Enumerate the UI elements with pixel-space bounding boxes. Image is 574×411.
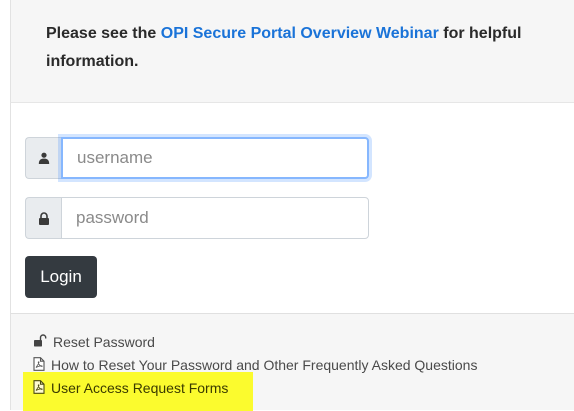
notice-prefix: Please see the xyxy=(46,25,161,42)
faq-pdf-link[interactable]: How to Reset Your Password and Other Fre… xyxy=(33,355,477,375)
pdf-file-icon xyxy=(33,379,45,397)
reset-password-link[interactable]: Reset Password xyxy=(33,332,155,352)
pdf-file-icon xyxy=(33,356,45,374)
lock-icon xyxy=(25,197,61,239)
webinar-link[interactable]: OPI Secure Portal Overview Webinar xyxy=(161,25,439,42)
faq-pdf-label: How to Reset Your Password and Other Fre… xyxy=(51,357,478,373)
login-button[interactable]: Login xyxy=(25,256,97,298)
notice-text: Please see the OPI Secure Portal Overvie… xyxy=(46,20,566,76)
login-form: Login xyxy=(10,103,574,313)
username-group xyxy=(25,137,369,179)
notice-panel: Please see the OPI Secure Portal Overvie… xyxy=(10,0,574,103)
password-group xyxy=(25,197,369,239)
password-input[interactable] xyxy=(61,197,369,239)
reset-password-label: Reset Password xyxy=(53,334,155,350)
user-access-forms-label: User Access Request Forms xyxy=(51,380,229,396)
unlock-icon xyxy=(33,334,47,350)
username-input[interactable] xyxy=(61,137,369,179)
footer-links: Reset Password How to Reset Your Passwor… xyxy=(10,313,574,411)
user-icon xyxy=(25,137,61,179)
user-access-forms-link[interactable]: User Access Request Forms xyxy=(33,378,228,398)
